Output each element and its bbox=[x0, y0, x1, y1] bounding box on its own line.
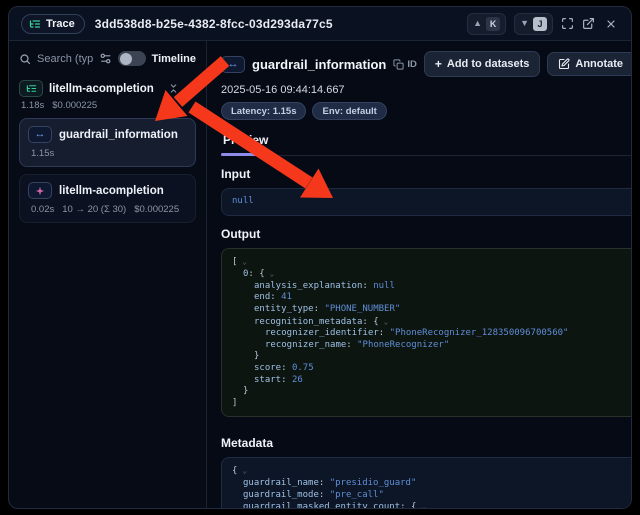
output-json-viewer: [ ⌄0: { ⌄analysis_explanation: nullend: … bbox=[221, 248, 632, 418]
copy-icon bbox=[393, 59, 404, 70]
prev-observation-button[interactable]: ▲ K bbox=[467, 13, 506, 35]
collapse-all-icon[interactable] bbox=[168, 83, 179, 94]
list-tree-icon bbox=[26, 83, 37, 94]
env-badge: Env: default bbox=[312, 102, 386, 120]
external-link-icon bbox=[582, 17, 595, 30]
trace-type-badge: Trace bbox=[21, 14, 85, 34]
trace-node-badge bbox=[19, 80, 43, 97]
timeline-label: Timeline bbox=[152, 53, 196, 65]
metadata-section: Metadata { ⌄guardrail_name: "presidio_gu… bbox=[221, 436, 632, 509]
list-tree-icon bbox=[29, 18, 41, 30]
search-input[interactable] bbox=[37, 53, 93, 65]
toggle-knob bbox=[120, 53, 132, 65]
trace-tree-sidebar: Timeline litellm-acompletion 1.18s $0.00… bbox=[9, 41, 207, 508]
trace-badge-label: Trace bbox=[46, 18, 75, 30]
item-latency: 0.02s bbox=[31, 204, 54, 215]
observation-timestamp: 2025-05-16 09:44:14.667 bbox=[221, 84, 632, 96]
search-row: Timeline bbox=[19, 49, 196, 74]
annotate-split-button: Annotate ▼ bbox=[547, 52, 632, 76]
topbar-actions: ▲ K ▼ J bbox=[467, 13, 619, 35]
event-node-badge: ↔ bbox=[28, 126, 52, 143]
tree-item-label: guardrail_information bbox=[59, 129, 178, 141]
copy-id-button[interactable]: ID bbox=[393, 59, 417, 70]
observation-header: ↔ guardrail_information ID + Add to data… bbox=[221, 51, 632, 77]
item-cost: $0.000225 bbox=[134, 204, 179, 215]
trace-id: 3dd538d8-b25e-4382-8fcc-03d293da77c5 bbox=[95, 17, 333, 31]
pencil-square-icon bbox=[558, 58, 570, 70]
next-observation-button[interactable]: ▼ J bbox=[514, 13, 553, 35]
root-metrics: 1.18s $0.000225 bbox=[21, 100, 196, 111]
id-label: ID bbox=[407, 59, 417, 70]
event-type-badge: ↔ bbox=[221, 56, 245, 73]
metadata-json-viewer: { ⌄guardrail_name: "presidio_guard"guard… bbox=[221, 457, 632, 509]
tree-controls bbox=[168, 83, 196, 94]
arrows-left-right-icon: ↔ bbox=[228, 59, 239, 70]
tree-root-label: litellm-acompletion bbox=[49, 83, 162, 95]
open-in-new-button[interactable] bbox=[582, 17, 595, 30]
latency-badge: Latency: 1.15s bbox=[221, 102, 306, 120]
root-cost: $0.000225 bbox=[52, 100, 97, 111]
trace-detail-window: Trace 3dd538d8-b25e-4382-8fcc-03d293da77… bbox=[8, 6, 632, 509]
input-json-viewer: null bbox=[221, 188, 632, 216]
tab-preview[interactable]: Preview bbox=[221, 129, 270, 155]
tree-item-label: litellm-acompletion bbox=[59, 185, 164, 197]
chevron-down-icon: ▼ bbox=[520, 19, 529, 28]
filter-sliders-icon[interactable] bbox=[99, 52, 112, 65]
tree-root-litellm-acompletion[interactable]: litellm-acompletion bbox=[19, 80, 196, 97]
window-body: Timeline litellm-acompletion 1.18s $0.00… bbox=[9, 41, 631, 508]
add-to-datasets-button[interactable]: + Add to datasets bbox=[424, 51, 541, 77]
tree-item-guardrail-information[interactable]: ↔ guardrail_information 1.15s bbox=[19, 118, 196, 167]
maximize-icon bbox=[561, 17, 574, 30]
observation-title: guardrail_information bbox=[252, 57, 386, 72]
screen-background: Trace 3dd538d8-b25e-4382-8fcc-03d293da77… bbox=[0, 0, 640, 515]
keycap-k: K bbox=[486, 17, 500, 31]
minimize-tree-icon[interactable] bbox=[185, 83, 196, 94]
item-latency: 1.15s bbox=[31, 148, 54, 159]
root-latency: 1.18s bbox=[21, 100, 44, 111]
badge-row: Latency: 1.15s Env: default bbox=[221, 102, 632, 120]
expand-fullscreen-button[interactable] bbox=[561, 17, 574, 30]
keycap-j: J bbox=[533, 17, 547, 31]
plus-icon: + bbox=[435, 57, 442, 71]
input-section: Input null bbox=[221, 167, 632, 216]
generation-node-badge bbox=[28, 182, 52, 199]
item-token-usage: 10 → 20 (Σ 30) bbox=[62, 204, 126, 215]
timeline-toggle[interactable] bbox=[118, 51, 146, 66]
metadata-section-title: Metadata bbox=[221, 436, 273, 450]
close-icon bbox=[605, 18, 617, 30]
output-section: Output [ ⌄0: { ⌄analysis_explanation: nu… bbox=[221, 227, 632, 418]
top-bar: Trace 3dd538d8-b25e-4382-8fcc-03d293da77… bbox=[9, 7, 631, 41]
close-button[interactable] bbox=[603, 18, 619, 30]
tab-bar: Preview bbox=[221, 129, 632, 156]
observation-detail-panel: ↔ guardrail_information ID + Add to data… bbox=[207, 41, 632, 508]
sparkle-icon bbox=[35, 186, 45, 196]
tree-item-litellm-acompletion[interactable]: litellm-acompletion 0.02s 10 → 20 (Σ 30)… bbox=[19, 174, 196, 223]
chevron-up-icon: ▲ bbox=[473, 19, 482, 28]
arrows-left-right-icon: ↔ bbox=[35, 129, 46, 140]
input-section-title: Input bbox=[221, 167, 250, 181]
annotate-button[interactable]: Annotate bbox=[548, 53, 632, 75]
output-section-title: Output bbox=[221, 227, 260, 241]
search-icon bbox=[19, 53, 31, 65]
header-actions: + Add to datasets Annotate ▼ bbox=[424, 51, 632, 77]
